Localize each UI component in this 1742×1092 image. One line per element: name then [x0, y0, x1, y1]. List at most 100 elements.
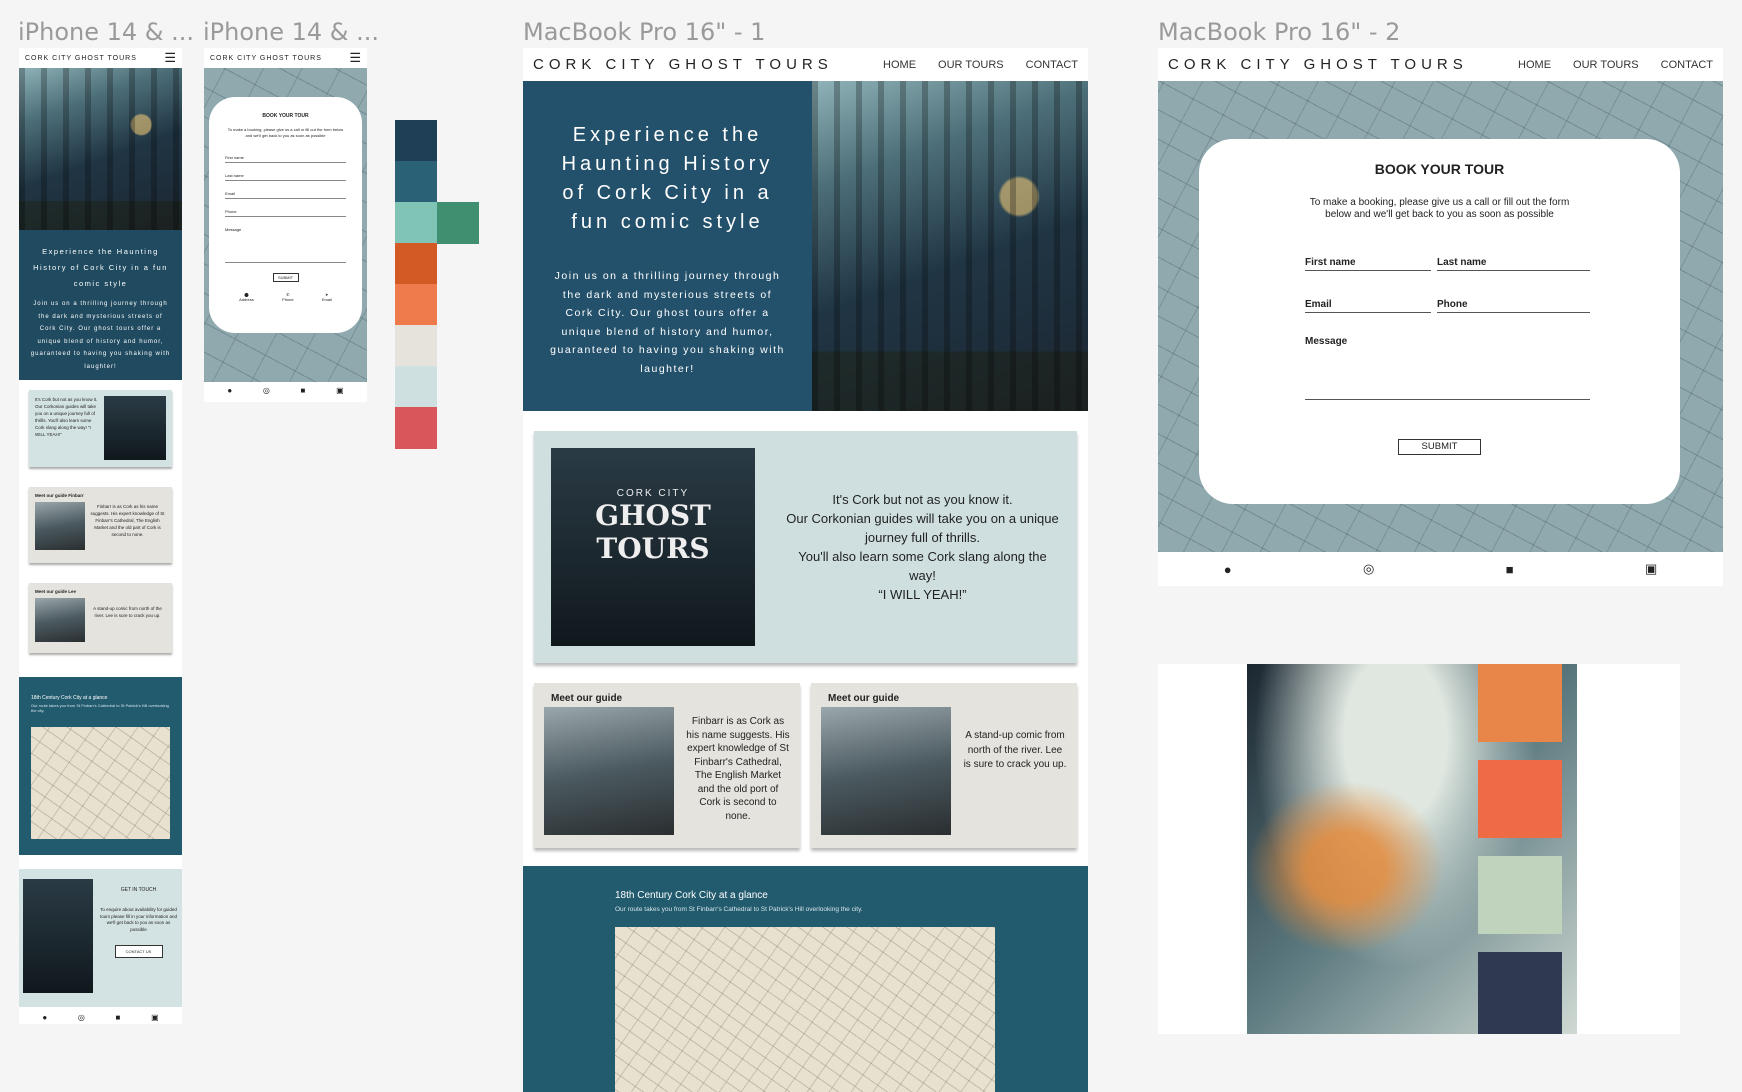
hero-image	[19, 68, 182, 230]
desktop-header: CORK CITY GHOST TOURS HOME OUR TOURS CON…	[523, 48, 1088, 81]
mobile-booking-card: BOOK YOUR TOUR To make a booking, please…	[209, 97, 362, 333]
phone-field[interactable]: Phone	[225, 207, 346, 217]
message-field[interactable]: Message	[225, 225, 346, 263]
site-logo[interactable]: CORK CITY GHOST TOURS	[1168, 56, 1468, 73]
last-name-field[interactable]: Last name	[225, 171, 346, 181]
site-logo[interactable]: CORK CITY GHOST TOURS	[210, 55, 322, 62]
main-nav: HOME OUR TOURS CONTACT	[1518, 59, 1713, 71]
contact-us-button[interactable]: CONTACT US	[114, 945, 163, 958]
social-footer: ● ◎ ■ ▣	[1158, 552, 1723, 586]
booking-card: BOOK YOUR TOUR To make a booking, please…	[1199, 139, 1680, 504]
contact-text: To enquire about availability for guided…	[99, 907, 178, 932]
site-logo[interactable]: CORK CITY GHOST TOURS	[25, 55, 137, 62]
mobile-social-footer: ● ◎ ■ ▣	[204, 382, 367, 399]
hero-title: Experience the Haunting History of Cork …	[33, 247, 168, 288]
mobile-contact-section: GET IN TOUCH To enquire about availabili…	[19, 869, 182, 1007]
first-name-input[interactable]: First name	[1305, 257, 1431, 271]
palette-swatch	[395, 120, 437, 162]
contact-title: GET IN TOUCH	[120, 887, 157, 893]
twitter-icon[interactable]: ■	[116, 1013, 121, 1022]
palette-swatch	[395, 407, 437, 449]
facebook-icon[interactable]: ●	[1224, 562, 1232, 577]
first-name-field[interactable]: First name	[225, 153, 346, 163]
contact-poster-image	[23, 879, 93, 993]
poster-image	[104, 396, 166, 460]
instagram-icon[interactable]: ◎	[263, 386, 270, 395]
mobile-header: CORK CITY GHOST TOURS ☰	[204, 48, 367, 68]
hero-body: Join us on a thrilling journey through t…	[550, 270, 785, 375]
moodboard-swatch	[1478, 856, 1562, 934]
facebook-icon[interactable]: ●	[42, 1013, 47, 1022]
twitter-icon[interactable]: ■	[301, 386, 306, 395]
booking-title: BOOK YOUR TOUR	[1374, 161, 1505, 177]
email-input[interactable]: Email	[1305, 299, 1431, 313]
guide-photo-finbarr	[544, 707, 674, 835]
main-nav: HOME OUR TOURS CONTACT	[883, 59, 1078, 71]
last-name-input[interactable]: Last name	[1437, 257, 1590, 271]
desktop-header: CORK CITY GHOST TOURS HOME OUR TOURS CON…	[1158, 48, 1723, 81]
nav-our-tours[interactable]: OUR TOURS	[1573, 59, 1639, 71]
intro-text: It's Cork but not as you know it. Our Co…	[786, 492, 1059, 602]
frame-label-macbook-2: MacBook Pro 16" - 2	[1158, 18, 1401, 46]
youtube-icon[interactable]: ▣	[151, 1013, 159, 1022]
mobile-social-footer: ● ◎ ■ ▣	[19, 1007, 182, 1024]
phone-input[interactable]: Phone	[1437, 299, 1590, 313]
booking-intro: To make a booking, please give us a call…	[227, 127, 344, 138]
guide-heading: Meet our guide	[828, 693, 900, 704]
guide-photo-lee	[821, 707, 951, 835]
mobile-guide-card-lee: Meet our guide Lee A stand-up comic from…	[29, 583, 172, 653]
palette-swatch	[395, 325, 437, 367]
email-field[interactable]: Email	[225, 189, 346, 199]
nav-home[interactable]: HOME	[883, 59, 916, 71]
map-image	[615, 927, 995, 1092]
hamburger-menu-icon[interactable]: ☰	[164, 50, 176, 66]
instagram-icon[interactable]: ◎	[1363, 561, 1374, 577]
palette-swatch	[437, 202, 479, 244]
palette-swatch	[395, 366, 437, 408]
mobile-guide-card-finbarr: Meet our guide Finbarr Finbarr is as Cor…	[29, 487, 172, 563]
instagram-icon[interactable]: ◎	[78, 1013, 85, 1022]
youtube-icon[interactable]: ▣	[336, 386, 344, 395]
message-input[interactable]: Message	[1305, 336, 1590, 400]
hamburger-menu-icon[interactable]: ☰	[349, 50, 361, 66]
map-title: 18th Century Cork City at a glance	[615, 890, 768, 901]
booking-intro: To make a booking, please give us a call…	[1309, 197, 1570, 220]
iphone-frame-2: CORK CITY GHOST TOURS ☰ BOOK YOUR TOUR T…	[204, 48, 367, 402]
nav-our-tours[interactable]: OUR TOURS	[938, 59, 1004, 71]
nav-contact[interactable]: CONTACT	[1026, 59, 1078, 71]
mobile-header: CORK CITY GHOST TOURS ☰	[19, 48, 182, 68]
hero-image	[812, 81, 1088, 411]
palette-swatch	[395, 243, 437, 285]
guide-text: Finbarr is as Cork as his name suggests.…	[686, 716, 790, 822]
hero-title: Experience the Haunting History of Cork …	[561, 124, 774, 233]
submit-button[interactable]: SUBMIT	[1398, 439, 1481, 455]
guide-heading: Meet our guide	[551, 693, 623, 704]
mobile-contact-info: ⬤ Address ✆ Phone ➤ Email	[239, 292, 332, 302]
intro-card: CORK CITY GHOST TOURS It's Cork but not …	[534, 431, 1077, 663]
map-subtitle: Our route takes you from St Finbarr's Ca…	[615, 906, 863, 913]
site-logo[interactable]: CORK CITY GHOST TOURS	[533, 56, 833, 73]
palette-swatch	[395, 284, 437, 326]
guide-photo	[35, 502, 85, 550]
guide-card-lee: Meet our guide A stand-up comic from nor…	[811, 683, 1077, 848]
frame-label-iphone-1: iPhone 14 & ...	[18, 18, 195, 46]
submit-button[interactable]: SUBMIT	[272, 273, 299, 282]
poster-image: CORK CITY GHOST TOURS	[551, 448, 755, 646]
hero-section: Experience the Haunting History of Cork …	[523, 81, 1088, 411]
frame-label-iphone-2: iPhone 14 & ...	[203, 18, 380, 46]
map-image	[31, 727, 170, 839]
palette-swatch	[395, 161, 437, 203]
guide-card-finbarr: Meet our guide Finbarr is as Cork as his…	[534, 683, 800, 848]
hero-text-panel: Experience the Haunting History of Cork …	[523, 81, 812, 411]
guide-photo	[35, 598, 85, 642]
macbook-frame-2: CORK CITY GHOST TOURS HOME OUR TOURS CON…	[1158, 48, 1723, 586]
moodboard-frame	[1158, 664, 1680, 1034]
nav-home[interactable]: HOME	[1518, 59, 1551, 71]
moodboard-swatch	[1478, 664, 1562, 742]
guide-heading: Meet our guide Finbarr	[35, 493, 84, 498]
palette-swatch	[395, 202, 437, 244]
youtube-icon[interactable]: ▣	[1645, 561, 1657, 577]
twitter-icon[interactable]: ■	[1506, 562, 1514, 577]
nav-contact[interactable]: CONTACT	[1661, 59, 1713, 71]
facebook-icon[interactable]: ●	[227, 386, 232, 395]
